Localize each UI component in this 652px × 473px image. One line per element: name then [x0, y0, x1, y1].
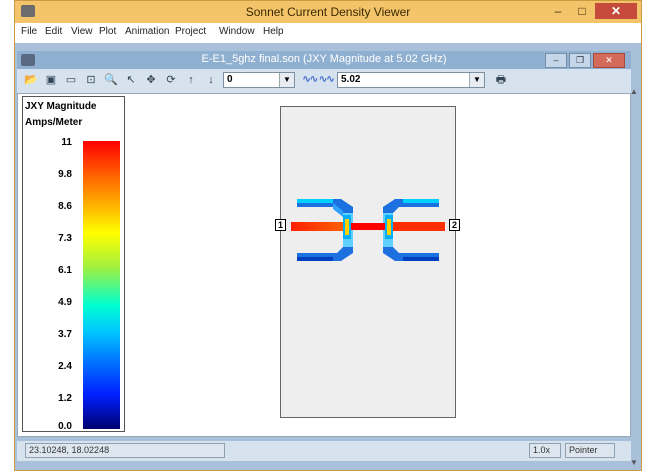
menu-bar: File Edit View Plot Animation Project Wi… [15, 23, 641, 44]
right-gap-hot [387, 219, 391, 235]
close-button[interactable]: ✕ [595, 3, 637, 19]
legend-tick: 6.1 [58, 265, 72, 276]
rotate-icon[interactable]: ⟳ [163, 73, 179, 87]
open-icon[interactable]: 📂 [23, 73, 39, 87]
toolbar: 📂 ▣ ▭ ⊡ 🔍 ↖ ✥ ⟳ ↑ ↓ 0 ▼ ∿∿ ∿∿ 5.02 ▼ 🖶 [17, 69, 631, 93]
chevron-down-icon[interactable]: ▼ [279, 73, 294, 87]
pan-icon[interactable]: ✥ [143, 73, 159, 87]
coupling-line [351, 223, 385, 230]
frequency-value: 5.02 [341, 74, 361, 85]
level-select[interactable]: 0 ▼ [223, 72, 295, 88]
circuit-canvas[interactable]: 1 2 [275, 106, 460, 418]
legend-title: JXY Magnitude [25, 101, 97, 112]
legend-tick: 3.7 [58, 329, 72, 340]
legend-tick: 2.4 [58, 361, 72, 372]
legend-color-bar [83, 141, 120, 429]
menu-project[interactable]: Project [175, 26, 206, 37]
doc-minimize-button[interactable]: – [545, 53, 567, 68]
level-down-icon[interactable]: ↓ [203, 73, 219, 87]
level-value: 0 [227, 74, 233, 85]
doc-restore-button[interactable]: ❐ [569, 53, 591, 68]
waveform-icon[interactable]: ∿∿ ∿∿ [301, 73, 335, 87]
legend-tick: 11 [61, 137, 72, 148]
current-density-plot [291, 199, 445, 261]
zoom-icon[interactable]: 🔍 [103, 73, 119, 87]
left-feed-line [291, 222, 351, 231]
chevron-down-icon[interactable]: ▼ [469, 73, 484, 87]
status-coordinates: 23.10248, 18.02248 [25, 443, 225, 458]
menu-help[interactable]: Help [263, 26, 284, 37]
color-legend: JXY Magnitude Amps/Meter 11 9.8 8.6 7.3 … [22, 96, 125, 432]
right-feed-line [385, 222, 445, 231]
app-window: Sonnet Current Density Viewer – □ ✕ File… [14, 0, 642, 471]
zoom-fit-icon[interactable]: ⊡ [83, 73, 99, 87]
minimize-button[interactable]: – [547, 3, 569, 19]
legend-units: Amps/Meter [25, 117, 83, 128]
left-gap-hot [345, 219, 349, 235]
maximize-button[interactable]: □ [571, 3, 593, 19]
legend-tick: 1.2 [58, 393, 72, 404]
scroll-down-icon[interactable]: ▼ [629, 458, 639, 468]
scroll-up-icon[interactable]: ▲ [629, 87, 639, 97]
menu-edit[interactable]: Edit [45, 26, 62, 37]
save-icon[interactable]: ▣ [43, 73, 59, 87]
status-mode: Pointer [565, 443, 615, 458]
legend-tick: 8.6 [58, 201, 72, 212]
menu-plot[interactable]: Plot [99, 26, 116, 37]
mdi-client: E-E1_5ghz final.son (JXY Magnitude at 5.… [15, 43, 641, 470]
menu-animation[interactable]: Animation [125, 26, 169, 37]
pointer-icon[interactable]: ↖ [123, 73, 139, 87]
port-1-label: 1 [275, 219, 286, 231]
frame-icon[interactable]: ▭ [63, 73, 79, 87]
status-zoom: 1.0x [529, 443, 561, 458]
port-2-label: 2 [449, 219, 460, 231]
plot-workspace[interactable]: JXY Magnitude Amps/Meter 11 9.8 8.6 7.3 … [17, 93, 631, 437]
menu-file[interactable]: File [21, 26, 37, 37]
title-bar: Sonnet Current Density Viewer – □ ✕ [15, 1, 641, 23]
menu-view[interactable]: View [71, 26, 93, 37]
level-up-icon[interactable]: ↑ [183, 73, 199, 87]
print-icon[interactable]: 🖶 [493, 73, 509, 87]
menu-window[interactable]: Window [219, 26, 255, 37]
status-bar: 23.10248, 18.02248 1.0x Pointer [17, 441, 631, 461]
document-title-bar: E-E1_5ghz final.son (JXY Magnitude at 5.… [17, 51, 631, 69]
doc-close-button[interactable]: ✕ [593, 53, 625, 68]
frequency-select[interactable]: 5.02 ▼ [337, 72, 485, 88]
legend-tick: 4.9 [58, 297, 72, 308]
legend-tick: 7.3 [58, 233, 72, 244]
legend-tick: 0.0 [58, 421, 72, 432]
document-title: E-E1_5ghz final.son (JXY Magnitude at 5.… [201, 53, 447, 65]
legend-tick: 9.8 [58, 169, 72, 180]
